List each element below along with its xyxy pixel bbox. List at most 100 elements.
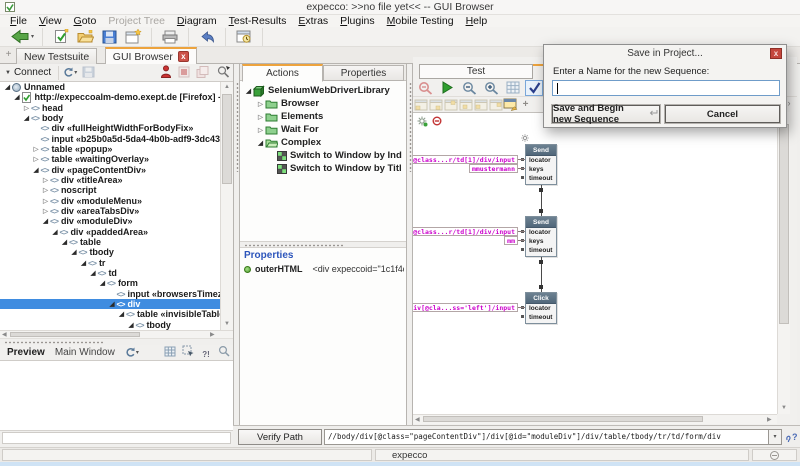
menu-file[interactable]: File [4,15,33,27]
close-icon[interactable]: x [177,51,189,62]
pin-value-box[interactable]: //body/div[@cla...ss='left']/input [413,303,518,312]
dom-tree-row[interactable]: ◢ http://expeccoalm-demo.exept.de [Firefo… [0,92,220,103]
expander-icon[interactable]: ▷ [256,113,265,121]
expander-icon[interactable]: ▷ [41,186,50,194]
pin-value-box[interactable]: //body/div[@class...r/td[1]/div/input [413,227,518,236]
expander-icon[interactable]: ▷ [22,104,31,112]
pin-value-box[interactable]: //body/div[@class...r/td[1]/div/input [413,155,518,164]
dom-tree-row[interactable]: ◢ <> td [0,268,220,278]
dom-tree-row[interactable]: ◢ <> tbody [0,320,220,330]
expander-icon[interactable]: ◢ [70,248,79,256]
dom-tree-row[interactable]: <>input «b25b0a5d-5da4-4b0b-adf9-3dc4303… [0,134,221,144]
path-dropdown-icon[interactable]: ▾ [769,429,782,445]
scroll-thumb[interactable] [779,124,789,324]
new-window-icon[interactable] [123,28,143,45]
expander-icon[interactable]: ◢ [32,166,41,174]
win-new-icon[interactable] [503,98,518,111]
splitter-left-middle[interactable] [233,64,240,425]
property-row[interactable]: outerHTML <div expeccoid="1c1f4d6f-0378-… [244,263,404,275]
scroll-down-icon[interactable]: ▼ [224,320,230,328]
win-2-icon[interactable] [428,98,443,111]
zoom-in-icon[interactable] [481,80,501,96]
tab-test[interactable]: Test [419,64,533,79]
sequence-name-input[interactable] [552,80,780,96]
canvas-vscrollbar[interactable]: ▲ ▼ [777,112,790,414]
menu-extras[interactable]: Extras [292,15,334,27]
expander-icon[interactable]: ◢ [89,269,98,277]
expander-icon[interactable]: ◢ [256,139,265,147]
actions-tree-row[interactable]: ▷ Browser [242,97,402,110]
canvas-hscrollbar[interactable]: ◀ ▶ [413,414,777,424]
menu-mobile-testing[interactable]: Mobile Testing [381,15,460,27]
expander-icon[interactable]: ◢ [244,87,253,95]
tab-properties[interactable]: Properties [323,65,404,81]
dom-tree-row[interactable]: ▷ <> table «waitingOverlay» [0,154,220,164]
actions-tree-row[interactable]: ◢ Complex [242,136,402,149]
win-4-icon[interactable] [458,98,473,111]
expander-icon[interactable]: ▷ [32,155,41,163]
dom-tree-row[interactable]: ◢ <> tr [0,258,220,268]
splitter-middle-right[interactable] [406,64,413,425]
pick-element-icon[interactable] [179,343,197,359]
menu-plugins[interactable]: Plugins [334,15,380,27]
expander-icon[interactable]: ◢ [117,310,126,318]
win-3-icon[interactable] [443,98,458,111]
diagram-block-send-keys-1[interactable]: Send Keys locator keys timeout [525,216,557,257]
preview-target-label[interactable]: Main Window [55,347,115,358]
grid-icon[interactable] [503,80,523,96]
expander-icon[interactable]: ▷ [32,145,41,153]
copy-pages-icon[interactable] [193,64,211,80]
expander-icon[interactable]: ◢ [22,114,31,122]
save-state-icon[interactable] [79,64,97,80]
add-icon[interactable]: + [518,98,533,111]
dom-tree-row[interactable]: ▷ <> table «popup» [0,144,220,154]
dom-tree-row[interactable]: ◢ <> div [0,298,220,310]
path-help-icon[interactable]: ? [785,430,799,446]
tab-actions[interactable]: Actions [242,64,323,82]
expander-icon[interactable]: ◢ [3,83,12,91]
tab-new-testsuite[interactable]: New Testsuite [16,48,98,64]
dom-tree-hscrollbar[interactable]: ◀ ▶ [0,330,233,338]
actions-tree-row[interactable]: ▷ Wait For [242,123,402,136]
dom-tree-row[interactable]: ◢ <> form [0,278,220,288]
menu-test-results[interactable]: Test-Results [223,15,293,27]
menu-view[interactable]: View [33,15,68,27]
expander-icon[interactable]: ◢ [51,228,60,236]
win-6-icon[interactable] [488,98,503,111]
expander-icon[interactable]: ◢ [13,93,22,101]
expander-icon[interactable]: ▷ [256,126,265,134]
diagram-block-send-keys-0[interactable]: Send Keys locator keys timeout [525,144,557,185]
scroll-thumb[interactable] [10,332,140,337]
actions-tree-row[interactable]: ▷ Elements [242,110,402,123]
refresh-icon[interactable]: ▾ [123,345,141,361]
dom-tree-row[interactable]: ◢ <> div «pageContentDiv» [0,165,220,175]
show-windows-icon[interactable] [234,28,254,45]
stop-icon[interactable] [175,64,193,80]
dom-tree-row[interactable]: <>input «browsersTimezoneOffset» [0,289,221,299]
snap-check-icon[interactable] [525,79,543,96]
dom-tree-row[interactable]: ◢<>table «invisibleTable center» [0,309,220,319]
actions-tree-row[interactable]: ◢ SeleniumWebDriverLibrary [242,84,402,97]
win-1-icon[interactable] [413,98,428,111]
actions-tree-row[interactable]: Switch to Window by Title [242,162,402,175]
connect-button[interactable]: ▼ Connect [0,65,56,81]
gear-icon[interactable] [417,116,428,130]
dom-tree-row[interactable]: ◢ <> tbody [0,247,220,257]
scroll-up-icon[interactable]: ▲ [224,83,230,91]
win-5-icon[interactable] [473,98,488,111]
pin-value-box[interactable]: mm [504,236,518,245]
refresh-icon[interactable]: ▾ [61,65,79,81]
middle-splitter-handle[interactable] [240,241,406,248]
scroll-thumb[interactable] [423,416,703,422]
dom-tree-vscrollbar[interactable]: ▲ ▼ [220,82,233,330]
diagram-block-click-2[interactable]: Click locator timeout [525,292,557,324]
expander-icon[interactable]: ◢ [127,321,136,329]
disable-icon[interactable] [432,116,442,129]
print-icon[interactable] [160,28,180,45]
expander-icon[interactable]: ▷ [41,176,50,184]
scroll-left-icon[interactable]: ◀ [415,416,420,424]
save-and-begin-button[interactable]: Save and Begin new Sequence [552,103,660,125]
pin-value-box[interactable]: mmustermann [468,164,518,173]
dom-tree-row[interactable]: ◢ <> body [0,113,220,123]
run-icon[interactable] [437,80,457,96]
